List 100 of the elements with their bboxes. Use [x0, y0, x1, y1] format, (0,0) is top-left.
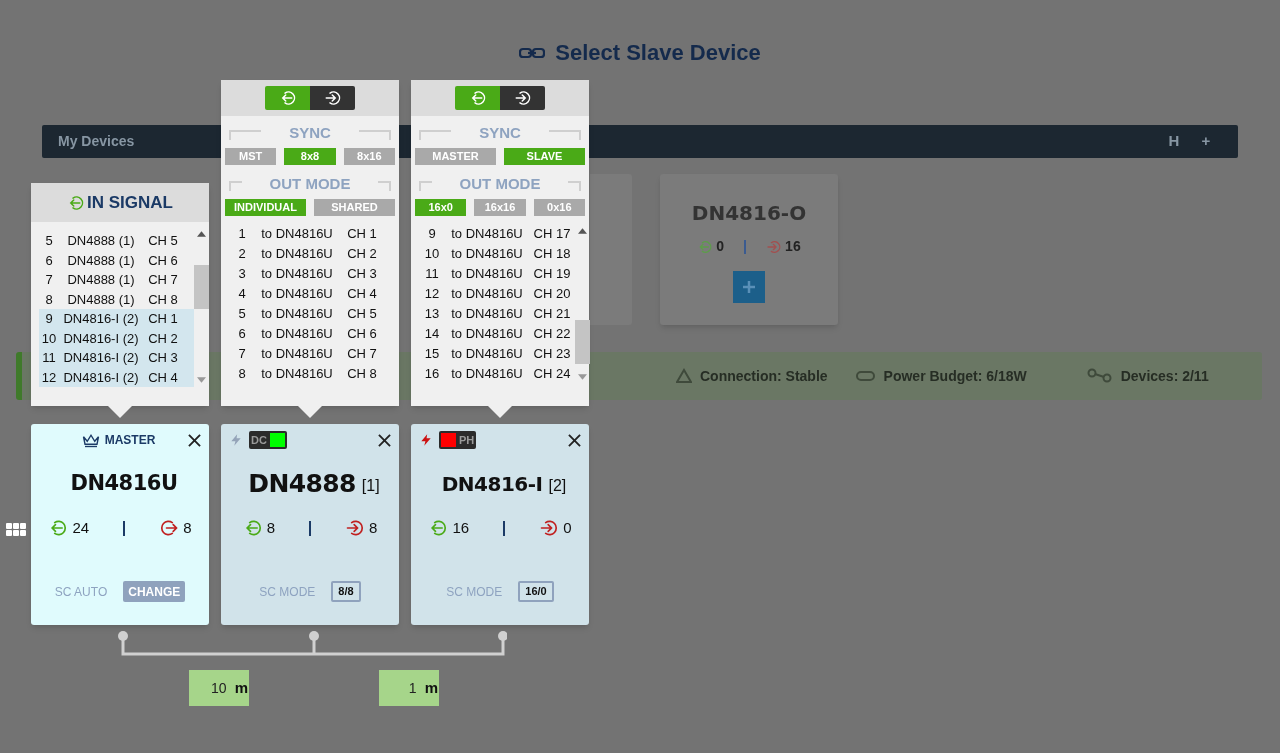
status-text: Connection: Stable: [700, 366, 828, 386]
sc-label: SC MODE: [446, 583, 503, 601]
row-number: 6: [237, 325, 247, 344]
row-channel: CH 17: [532, 225, 572, 244]
arrow-in-circle-icon: [48, 518, 69, 538]
row-target: to DN4816U: [450, 365, 524, 384]
status-badge: PH: [439, 431, 477, 449]
row-target: to DN4816U: [450, 285, 524, 304]
input-toggle[interactable]: [265, 86, 310, 110]
input-count: 8: [266, 517, 275, 538]
device-card[interactable]: PH DN4816-I [2] 16 0 SC MODE 16/0: [411, 424, 589, 625]
device-name: DN4816-I: [441, 471, 543, 498]
row-channel: CH 6: [346, 325, 378, 344]
signal-row[interactable]: 10 DN4816-I (2) CH 2: [39, 328, 194, 348]
plus-icon: [741, 279, 757, 295]
battery-icon: [855, 370, 876, 382]
bracket-line: [419, 130, 452, 140]
output-count: 16: [785, 237, 801, 256]
row-channel: CH 18: [532, 245, 572, 264]
signal-row[interactable]: 6 DN4888 (1) CH 6: [39, 250, 194, 270]
row-number: 15: [423, 345, 441, 364]
scroll-up-icon[interactable]: [197, 231, 206, 237]
row-channel: CH 21: [532, 305, 572, 324]
link-icon: [1086, 368, 1113, 384]
row-number: 10: [423, 245, 441, 264]
bracket-line: [229, 130, 262, 140]
row-number: 9: [427, 225, 437, 244]
row-target: to DN4816U: [260, 245, 334, 264]
row-channel: CH 7: [346, 345, 378, 364]
sc-label: SC MODE: [259, 583, 316, 601]
close-icon[interactable]: [378, 433, 391, 447]
bracket-line: [229, 181, 242, 191]
length-field[interactable]: 1 m: [379, 670, 439, 706]
row-number: 13: [423, 305, 441, 324]
signal-row[interactable]: 5 DN4888 (1) CH 5: [39, 231, 194, 251]
signal-row[interactable]: 9 DN4816-I (2) CH 1: [39, 309, 194, 329]
device-card[interactable]: MASTER DN4816U 24 8 SC AUTO CHANGE: [31, 424, 209, 625]
signal-row[interactable]: 7 DN4888 (1) CH 7: [39, 270, 194, 290]
arrow-into-circle-icon: [766, 238, 783, 255]
row-number: 5: [237, 305, 247, 324]
scroll-up-icon[interactable]: [578, 228, 587, 234]
row-number: 14: [423, 325, 441, 344]
input-count: 24: [72, 517, 90, 538]
row-number: 11: [424, 265, 440, 284]
device-index: [2]: [548, 476, 567, 496]
status-text: Power Budget: 6/18W: [883, 366, 1027, 386]
device-card[interactable]: DN4816-O 0 16: [660, 174, 838, 325]
bracket-line: [378, 181, 391, 191]
option-button[interactable]: SLAVE: [504, 148, 585, 165]
arrow-into-circle-icon: [323, 89, 342, 107]
sc-mode-value: 8/8: [331, 581, 361, 602]
row-number: 16: [423, 365, 441, 384]
input-count: 16: [452, 517, 470, 538]
device-name: DN4816U: [70, 470, 178, 498]
change-button[interactable]: CHANGE: [123, 581, 186, 602]
output-toggle[interactable]: [500, 86, 545, 110]
row-target: to DN4816U: [260, 305, 334, 324]
bar-action[interactable]: +: [1190, 130, 1222, 153]
arrow-into-circle-icon: [345, 518, 365, 538]
row-channel: CH 4: [346, 285, 378, 304]
arrow-in-circle-icon: [67, 193, 85, 212]
signal-row[interactable]: 8 DN4888 (1) CH 8: [39, 289, 194, 309]
arrow-into-circle-icon: [513, 89, 532, 107]
row-target: to DN4816U: [260, 365, 334, 384]
bracket-line: [358, 130, 391, 140]
output-count: 8: [183, 517, 192, 538]
row-number: 7: [237, 345, 247, 364]
option-button[interactable]: INDIVIDUAL: [225, 199, 306, 216]
bracket-line: [548, 130, 581, 140]
sc-mode-value: 16/0: [518, 581, 554, 602]
row-number: 1: [237, 225, 247, 244]
device-name: DN4888: [248, 468, 356, 501]
row-target: to DN4816U: [450, 245, 524, 264]
signal-row[interactable]: 11 DN4816-I (2) CH 3: [39, 348, 194, 368]
device-card[interactable]: DC DN4888 [1] 8 8 SC MODE 8/8: [221, 424, 399, 625]
close-icon[interactable]: [568, 433, 581, 447]
grid-icon[interactable]: [6, 523, 26, 537]
input-toggle[interactable]: [455, 86, 500, 110]
signal-row[interactable]: 12 DN4816-I (2) CH 4: [39, 367, 194, 387]
row-target: to DN4816U: [450, 345, 524, 364]
sc-label: SC AUTO: [54, 583, 108, 601]
scroll-down-icon[interactable]: [197, 377, 206, 383]
option-button[interactable]: 16x0: [415, 199, 467, 216]
row-channel: CH 24: [532, 365, 572, 384]
close-icon[interactable]: [188, 433, 201, 447]
output-toggle[interactable]: [310, 86, 355, 110]
bar-action[interactable]: H: [1158, 130, 1190, 153]
dialog-title: Select Slave Device: [555, 39, 761, 67]
scroll-down-icon[interactable]: [578, 374, 587, 380]
row-number: 3: [237, 265, 247, 284]
row-channel: CH 1: [346, 225, 378, 244]
option-button[interactable]: 8x8: [284, 148, 336, 165]
section-label: SYNC: [479, 124, 521, 140]
row-target: to DN4816U: [260, 325, 334, 344]
panel-title: IN SIGNAL: [87, 191, 173, 214]
length-field[interactable]: 10 m: [189, 670, 249, 706]
row-channel: CH 5: [346, 305, 378, 324]
warning-icon: [676, 368, 692, 384]
device-index: [1]: [361, 476, 380, 496]
row-channel: CH 23: [532, 345, 572, 364]
